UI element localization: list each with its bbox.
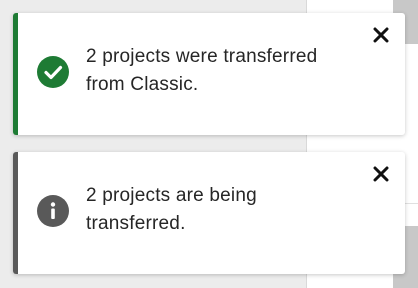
success-notification: 2 projects were transferred from Classic… xyxy=(13,13,405,135)
close-notification-button[interactable] xyxy=(369,162,393,186)
close-icon xyxy=(373,27,389,43)
check-circle-icon xyxy=(37,56,69,88)
close-icon xyxy=(373,166,389,182)
notification-message: 2 projects are being transferred. xyxy=(86,185,257,234)
info-notification: 2 projects are being transferred. xyxy=(13,152,405,274)
notification-accent-bar xyxy=(13,152,18,274)
info-circle-icon xyxy=(37,195,69,227)
close-notification-button[interactable] xyxy=(369,23,393,47)
notification-accent-bar xyxy=(13,13,18,135)
notification-message: 2 projects were transferred from Classic… xyxy=(86,46,318,95)
